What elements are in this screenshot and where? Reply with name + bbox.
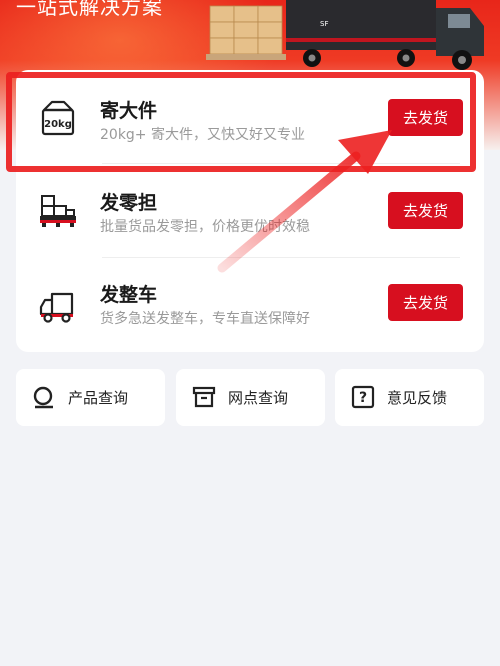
search-icon <box>33 386 53 409</box>
ship-now-button[interactable]: 去发货 <box>388 99 463 136</box>
feedback-tile[interactable]: ? 意见反馈 <box>335 369 484 426</box>
feedback-question-icon: ? <box>351 385 375 409</box>
package-20kg-icon: 20kg <box>41 100 75 136</box>
pallet-stack-icon <box>40 195 76 227</box>
service-title: 发零担 <box>100 192 158 214</box>
service-description: 20kg+ 寄大件，又快又好又专业 <box>100 127 305 143</box>
truck-icon <box>39 292 74 323</box>
tile-label: 网点查询 <box>228 389 289 407</box>
service-title: 寄大件 <box>100 100 158 122</box>
svg-text:?: ? <box>359 390 367 406</box>
product-query-tile[interactable]: 产品查询 <box>16 369 165 426</box>
store-icon <box>192 386 216 408</box>
tile-label: 意见反馈 <box>387 389 448 407</box>
package-weight-label: 20kg <box>44 119 72 130</box>
svg-text:SF: SF <box>320 20 328 28</box>
service-row-big-parcel[interactable]: 20kg 寄大件 20kg+ 寄大件，又快又好又专业 去发货 <box>16 70 484 164</box>
banner-truck-illustration: SF <box>206 0 484 70</box>
service-row-full-truck[interactable]: 发整车 货多急送发整车，专车直送保障好 去发货 <box>16 258 484 352</box>
tile-label: 产品查询 <box>68 389 129 407</box>
service-description: 货多急送发整车，专车直送保障好 <box>100 311 310 327</box>
service-row-ltl[interactable]: 发零担 批量货品发零担，价格更优时效稳 去发货 <box>16 164 484 258</box>
ship-now-button[interactable]: 去发货 <box>388 284 463 321</box>
banner-title: 一站式解决方案 <box>16 0 163 19</box>
ship-now-button[interactable]: 去发货 <box>388 192 463 229</box>
service-title: 发整车 <box>100 284 158 306</box>
outlet-query-tile[interactable]: 网点查询 <box>176 369 325 426</box>
service-description: 批量货品发零担，价格更优时效稳 <box>100 219 310 235</box>
service-card: 20kg 寄大件 20kg+ 寄大件，又快又好又专业 去发货 发零担 批量货品发… <box>16 70 484 352</box>
